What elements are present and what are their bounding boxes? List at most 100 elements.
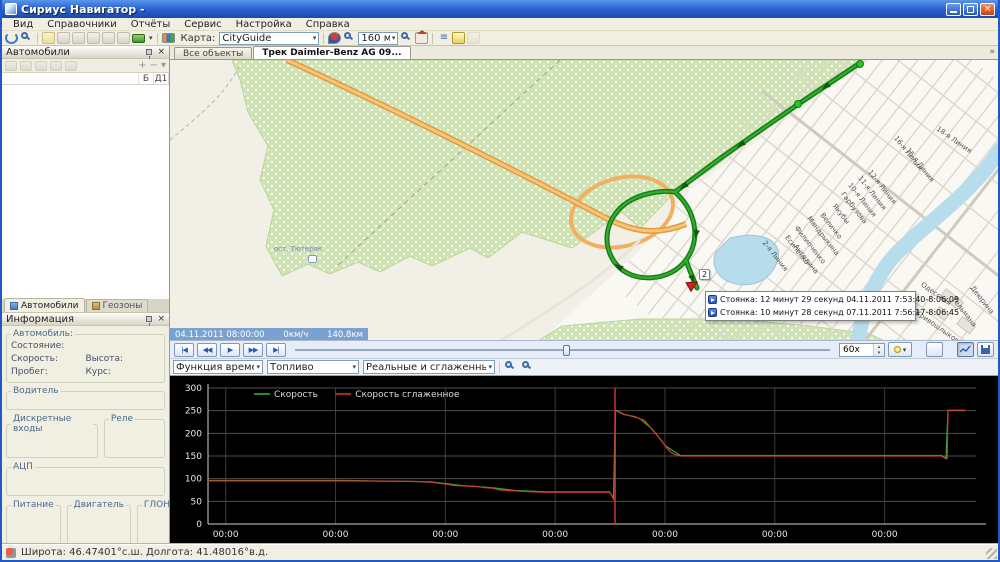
chart-icon[interactable] (162, 33, 175, 43)
title-bar[interactable]: Сириус Навигатор - × (2, 0, 998, 18)
playback-speed: 0км/ч (283, 330, 308, 340)
legend-icon[interactable]: ≡ (437, 32, 450, 44)
track-stop-badge[interactable]: 2 (699, 269, 710, 280)
resize-grip[interactable] (986, 548, 997, 559)
menu-item-2[interactable]: Отчёты (124, 18, 177, 31)
add-icon[interactable]: + (138, 60, 146, 72)
eye-icon[interactable] (65, 61, 77, 71)
close-icon[interactable]: × (157, 314, 165, 324)
select-icon[interactable] (57, 32, 70, 44)
forward-button[interactable]: ▶▶ (243, 343, 263, 357)
tab-overflow-icon[interactable]: » (989, 47, 995, 57)
car-go-icon[interactable] (20, 61, 32, 71)
rewind-button[interactable]: ◀◀ (197, 343, 217, 357)
tab-geozones[interactable]: Геозоны (86, 299, 149, 312)
tab-all-objects[interactable]: Все объекты (174, 47, 252, 59)
tab-track[interactable]: Трек Daimler-Benz AG 09... (253, 46, 410, 59)
chevron-down-icon: ▾ (903, 346, 907, 354)
skip-end-button[interactable]: ▶| (266, 343, 286, 357)
close-icon[interactable]: × (157, 47, 165, 57)
map-canvas[interactable]: 18-я Линия16-я Линия15-я Линия12-я Линия… (170, 59, 998, 340)
values-mode-select[interactable]: Реальные и сглаженные значени▾ (363, 360, 495, 374)
follow-icon[interactable] (5, 32, 18, 44)
menu-item-1[interactable]: Справочники (40, 18, 124, 31)
undo-icon[interactable] (72, 32, 85, 44)
relay-group: Реле (104, 414, 165, 458)
map-select-label: Карта: (181, 33, 216, 44)
pin-icon[interactable] (146, 316, 152, 322)
vehicles-panel-title: Автомобили (6, 47, 70, 58)
vehicles-tab-icon (10, 302, 18, 310)
vehicles-column-header[interactable]: Б Д1 (2, 73, 169, 85)
menu-item-5[interactable]: Справка (299, 18, 357, 31)
svg-text:00:00: 00:00 (213, 530, 239, 540)
save-button[interactable] (977, 342, 994, 357)
menu-item-0[interactable]: Вид (6, 18, 40, 31)
spin-down-icon[interactable]: ▾ (874, 350, 884, 356)
tab-vehicles[interactable]: Автомобили (4, 298, 85, 312)
pin-icon[interactable] (146, 49, 152, 55)
home-icon[interactable] (415, 32, 428, 44)
state-label: Состояние: (11, 341, 160, 351)
playback-speed-input[interactable]: 60x ▴ ▾ (839, 343, 885, 357)
info-panel-title: Информация (6, 314, 74, 325)
map-tooltip: Стоянка: 12 минут 29 секунд 04.11.2011 7… (705, 291, 916, 321)
app-icon (5, 3, 17, 15)
chart-zoom-in-icon[interactable] (504, 361, 517, 373)
vehicles-list-toolbar: + − ▾ (2, 59, 169, 73)
svg-text:0: 0 (196, 520, 202, 530)
svg-text:Скорость: Скорость (274, 390, 318, 400)
column-b: Б (139, 73, 154, 84)
skip-start-button[interactable]: |◀ (174, 343, 194, 357)
minimize-button[interactable] (946, 3, 961, 16)
scale-select[interactable]: 160 м ▾ (358, 32, 398, 45)
menu-item-3[interactable]: Сервис (177, 18, 228, 31)
delete-icon[interactable] (87, 32, 100, 44)
stop-tooltip-row: Стоянка: 12 минут 29 секунд 04.11.2011 7… (708, 293, 913, 306)
sidebar: Автомобили × + − ▾ Б Д1 (2, 46, 170, 544)
measure-icon[interactable] (102, 32, 115, 44)
car-filter-icon[interactable] (132, 34, 145, 43)
mileage-label: Пробег: (11, 367, 86, 377)
course-label: Курс: (86, 367, 161, 377)
playback-distance: 140.8км (327, 330, 363, 340)
search-icon[interactable] (20, 32, 33, 44)
notes-icon[interactable] (452, 32, 465, 44)
svg-text:00:00: 00:00 (542, 530, 568, 540)
track-highlight-button[interactable]: ▾ (888, 342, 912, 357)
remove-icon[interactable]: − (150, 60, 158, 72)
svg-text:150: 150 (185, 452, 202, 462)
options-button[interactable] (926, 342, 943, 357)
maximize-button[interactable] (963, 3, 978, 16)
edit-track-icon[interactable] (42, 32, 55, 44)
close-button[interactable]: × (980, 3, 995, 16)
speed-chart[interactable]: 00:0000:0000:0000:0000:0000:0000:0005010… (170, 376, 998, 546)
info-panel: Автомобиль: Состояние: Скорость: Высота:… (2, 326, 169, 544)
chart-toolbar: Функция времени▾ Топливо▾ Реальные и сглаж… (170, 358, 998, 376)
stop-event-icon (708, 308, 717, 317)
function-select[interactable]: Функция времени▾ (173, 360, 263, 374)
poi-icon[interactable] (328, 32, 341, 44)
play-button[interactable]: ▶ (220, 343, 240, 357)
car-filter-dropdown-icon[interactable]: ▾ (149, 34, 153, 42)
globe-icon[interactable] (35, 61, 47, 71)
timeline-thumb[interactable] (563, 345, 570, 356)
chart-zoom-out-icon[interactable] (521, 361, 534, 373)
parameter-select[interactable]: Топливо▾ (267, 360, 359, 374)
zoom-in-icon[interactable] (343, 32, 356, 44)
chart-panel-button[interactable] (957, 342, 974, 357)
map-select[interactable]: CityGuide ▾ (219, 32, 319, 45)
binoculars-icon[interactable] (50, 61, 62, 71)
geozones-tab-icon (92, 302, 100, 310)
playback-bar: |◀◀◀▶▶▶▶| 60x ▴ ▾ ▾ (170, 340, 998, 358)
chevron-down-icon: ▾ (392, 34, 396, 42)
vehicles-panel-header: Автомобили × (2, 46, 169, 59)
vehicles-list[interactable] (2, 85, 169, 299)
columns-icon[interactable]: ▾ (161, 60, 166, 72)
zoom-out-icon[interactable] (400, 32, 413, 44)
menu-item-4[interactable]: Настройка (229, 18, 299, 31)
timeline-slider[interactable] (295, 343, 830, 357)
info-panel-header: Информация × (2, 313, 169, 326)
car-search-icon[interactable] (5, 61, 17, 71)
ruler-icon[interactable] (117, 32, 130, 44)
